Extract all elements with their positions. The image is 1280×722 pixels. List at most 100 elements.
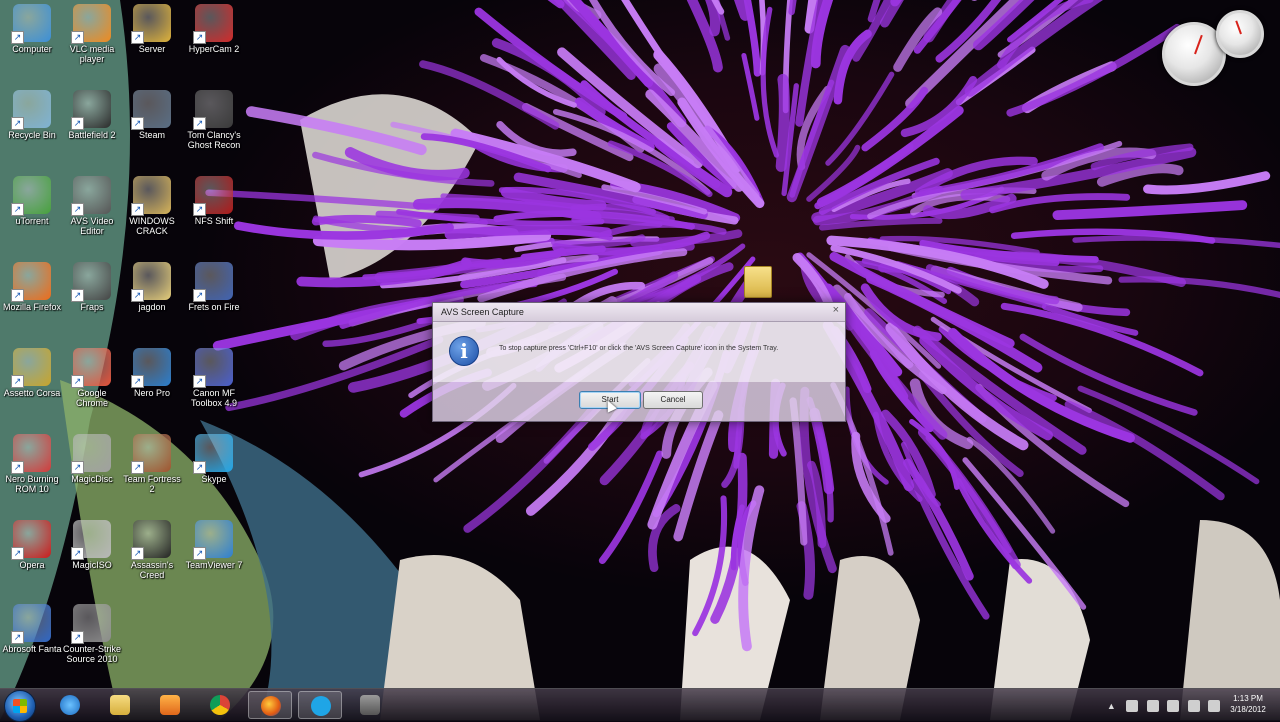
desktop-icon[interactable]: Counter-Strike Source 2010 (62, 604, 122, 682)
desktop-icon-label: Tom Clancy's Ghost Recon (184, 130, 244, 150)
desktop-icon-label: Frets on Fire (184, 302, 244, 312)
internet-explorer-icon (60, 695, 80, 715)
desktop-icon-label: jagdon (122, 302, 182, 312)
folder-icon[interactable] (744, 266, 772, 298)
app-icon (195, 348, 233, 386)
app-icon (133, 520, 171, 558)
desktop-icon[interactable]: Recycle Bin (2, 90, 62, 168)
desktop-icon[interactable]: MagicDisc (62, 434, 122, 512)
desktop-icon-label: Nero Burning ROM 10 (2, 474, 62, 494)
desktop-icon[interactable]: Assetto Corsa (2, 348, 62, 426)
app-icon (73, 262, 111, 300)
app-icon (13, 262, 51, 300)
app-icon (13, 176, 51, 214)
desktop-icon-label: Counter-Strike Source 2010 (62, 644, 122, 664)
close-icon[interactable]: × (833, 304, 839, 316)
taskbar-firefox[interactable] (248, 691, 292, 719)
desktop-icon[interactable]: AVS Video Editor (62, 176, 122, 254)
flag-icon[interactable] (1147, 700, 1159, 712)
desktop-icon[interactable]: Tom Clancy's Ghost Recon (184, 90, 244, 168)
clock-time: 1:13 PM (1224, 693, 1272, 704)
desktop-icon[interactable]: Google Chrome (62, 348, 122, 426)
taskbar-clock[interactable]: 1:13 PM 3/18/2012 (1224, 693, 1272, 715)
app-icon (195, 520, 233, 558)
taskbar-explorer[interactable] (98, 691, 142, 719)
desktop-icon[interactable]: Steam (122, 90, 182, 168)
desktop-icon[interactable]: TeamViewer 7 (184, 520, 244, 598)
desktop-icon[interactable]: Nero Pro (122, 348, 182, 426)
desktop-icon-label: Team Fortress 2 (122, 474, 182, 494)
desktop-icon[interactable]: Abrosoft Fanta (2, 604, 62, 682)
desktop-icon[interactable]: NFS Shift (184, 176, 244, 254)
app-icon (73, 90, 111, 128)
info-icon: i (449, 336, 479, 366)
desktop-icon[interactable]: Computer (2, 4, 62, 82)
app-icon (73, 4, 111, 42)
desktop-icon[interactable]: WINDOWS CRACK (122, 176, 182, 254)
desktop-icon[interactable]: jagdon (122, 262, 182, 340)
desktop-icon[interactable]: Battlefield 2 (62, 90, 122, 168)
desktop-icon-label: HyperCam 2 (184, 44, 244, 54)
app-icon (195, 262, 233, 300)
cancel-button[interactable]: Cancel (643, 391, 703, 409)
desktop-icon-label: Computer (2, 44, 62, 54)
flower-filament (781, 79, 784, 166)
desktop-icon[interactable]: Opera (2, 520, 62, 598)
taskbar-media-player[interactable] (148, 691, 192, 719)
app-icon (133, 434, 171, 472)
desktop-icon-label: Server (122, 44, 182, 54)
dialog-titlebar[interactable]: AVS Screen Capture (433, 303, 845, 322)
taskbar-avs-capture[interactable] (348, 691, 392, 719)
screen-capture-icon (360, 695, 380, 715)
desktop-icon-label: Canon MF Toolbox 4.9 (184, 388, 244, 408)
power-icon[interactable] (1188, 700, 1200, 712)
desktop-icon[interactable]: HyperCam 2 (184, 4, 244, 82)
system-tray: ▲ (1107, 697, 1222, 713)
network-icon[interactable] (1167, 700, 1179, 712)
taskbar-ie[interactable] (48, 691, 92, 719)
show-hidden-icons-arrow[interactable]: ▲ (1107, 701, 1116, 711)
desktop-icon-label: Steam (122, 130, 182, 140)
app-icon (13, 604, 51, 642)
desktop-icon[interactable]: Assassin's Creed (122, 520, 182, 598)
taskbar-skype[interactable] (298, 691, 342, 719)
desktop-icon-label: Recycle Bin (2, 130, 62, 140)
desktop-icon[interactable]: Nero Burning ROM 10 (2, 434, 62, 512)
avs-screen-capture-dialog: AVS Screen Capture × i To stop capture p… (432, 302, 846, 422)
desktop-icon[interactable]: MagicISO (62, 520, 122, 598)
desktop-icon[interactable]: Mozilla Firefox (2, 262, 62, 340)
app-icon (73, 348, 111, 386)
desktop-icon[interactable]: Frets on Fire (184, 262, 244, 340)
flower-filament (316, 219, 418, 224)
desktop-icon-label: Nero Pro (122, 388, 182, 398)
app-icon (13, 520, 51, 558)
avs-tray-icon[interactable] (1126, 700, 1138, 712)
desktop-icon[interactable]: uTorrent (2, 176, 62, 254)
desktop-icon[interactable]: Team Fortress 2 (122, 434, 182, 512)
desktop-icon[interactable]: Skype (184, 434, 244, 512)
app-icon (133, 4, 171, 42)
desktop-icon[interactable]: Fraps (62, 262, 122, 340)
desktop-icon-label: Assassin's Creed (122, 560, 182, 580)
app-icon (133, 262, 171, 300)
desktop-icon[interactable]: VLC media player (62, 4, 122, 82)
desktop-icon-label: Abrosoft Fanta (2, 644, 62, 654)
app-icon (13, 90, 51, 128)
desktop-icon-label: NFS Shift (184, 216, 244, 226)
desktop-icon[interactable]: Canon MF Toolbox 4.9 (184, 348, 244, 426)
flower-filament (450, 230, 607, 235)
desktop-icon-label: Skype (184, 474, 244, 484)
desktop-icon-label: MagicDisc (62, 474, 122, 484)
taskbar-chrome[interactable] (198, 691, 242, 719)
desktop-icon-label: Fraps (62, 302, 122, 312)
desktop-icon[interactable]: Server (122, 4, 182, 82)
windows-logo-icon (13, 699, 27, 713)
app-icon (73, 434, 111, 472)
media-player-icon (160, 695, 180, 715)
app-icon (13, 348, 51, 386)
ram-meter-gadget[interactable] (1216, 10, 1264, 58)
desktop-icon-label: Mozilla Firefox (2, 302, 62, 312)
desktop-icon-label: Assetto Corsa (2, 388, 62, 398)
start-button-orb[interactable] (4, 690, 36, 722)
volume-icon[interactable] (1208, 700, 1220, 712)
